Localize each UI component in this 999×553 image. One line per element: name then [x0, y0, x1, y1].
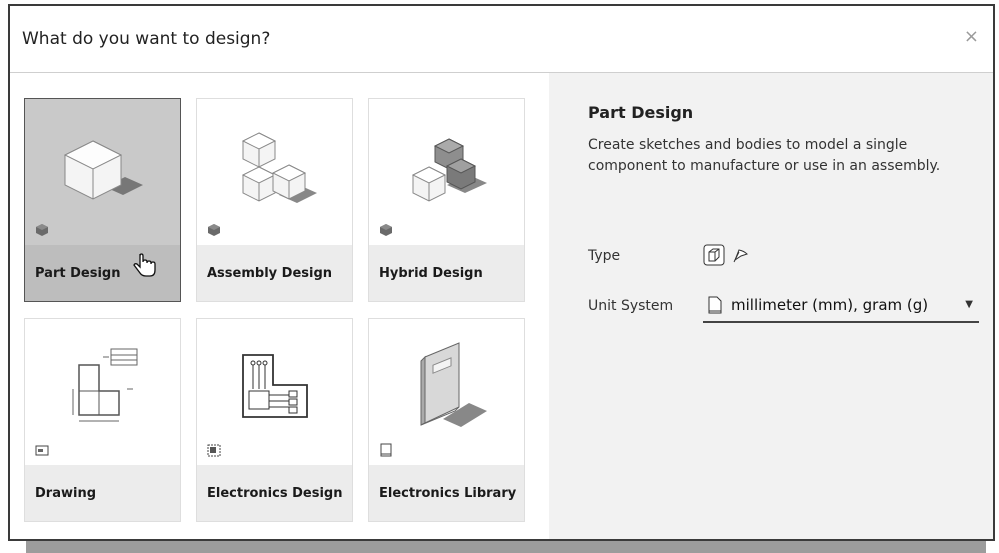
tile-assembly-design[interactable]: Assembly Design: [196, 98, 353, 302]
circuit-board-icon: [242, 354, 308, 418]
part-type-icon: [380, 224, 392, 236]
tile-part-design[interactable]: Part Design: [24, 98, 181, 302]
dialog-shadow: [26, 541, 986, 553]
unit-system-select[interactable]: millimeter (mm), gram (g) ▼: [703, 289, 979, 323]
details-panel: Part Design Create sketches and bodies t…: [549, 73, 993, 539]
tile-label: Hybrid Design: [369, 245, 524, 301]
details-title: Part Design: [588, 103, 694, 122]
design-options-grid: Part Design Assembly Design Hybrid Desig…: [10, 73, 549, 539]
solid-part-icon[interactable]: [703, 244, 725, 266]
electronics-type-icon: [207, 444, 221, 457]
cube-icon: [63, 140, 143, 200]
tile-label: Electronics Library: [369, 465, 524, 521]
part-type-icon: [208, 224, 220, 236]
close-icon[interactable]: ×: [964, 28, 979, 46]
part-type-icon: [36, 224, 48, 236]
dialog-title: What do you want to design?: [22, 29, 271, 49]
tile-electronics-design[interactable]: Electronics Design: [196, 318, 353, 522]
type-label: Type: [588, 248, 621, 264]
tile-label: Assembly Design: [197, 245, 352, 301]
document-icon: [708, 296, 722, 314]
unit-system-label: Unit System: [588, 298, 674, 314]
freeform-icon[interactable]: [731, 244, 753, 266]
library-type-icon: [380, 443, 392, 457]
hybrid-cubes-icon: [411, 138, 487, 202]
design-type-dialog: What do you want to design? × Part Desig…: [8, 4, 995, 541]
dialog-header: What do you want to design? ×: [10, 6, 993, 73]
tile-drawing[interactable]: Drawing: [24, 318, 181, 522]
assembly-cubes-icon: [241, 132, 317, 203]
details-description: Create sketches and bodies to model a si…: [588, 137, 941, 174]
book-icon: [420, 342, 487, 427]
hand-pointer-icon: [133, 253, 156, 277]
tile-label: Drawing: [25, 465, 180, 521]
unit-system-value: millimeter (mm), gram (g): [731, 296, 929, 314]
drawing-type-icon: [35, 445, 49, 456]
drawing-icon: [72, 348, 138, 422]
tile-hybrid-design[interactable]: Hybrid Design: [368, 98, 525, 302]
tile-label: Electronics Design: [197, 465, 352, 521]
chevron-down-icon: ▼: [965, 299, 973, 310]
tile-electronics-library[interactable]: Electronics Library: [368, 318, 525, 522]
